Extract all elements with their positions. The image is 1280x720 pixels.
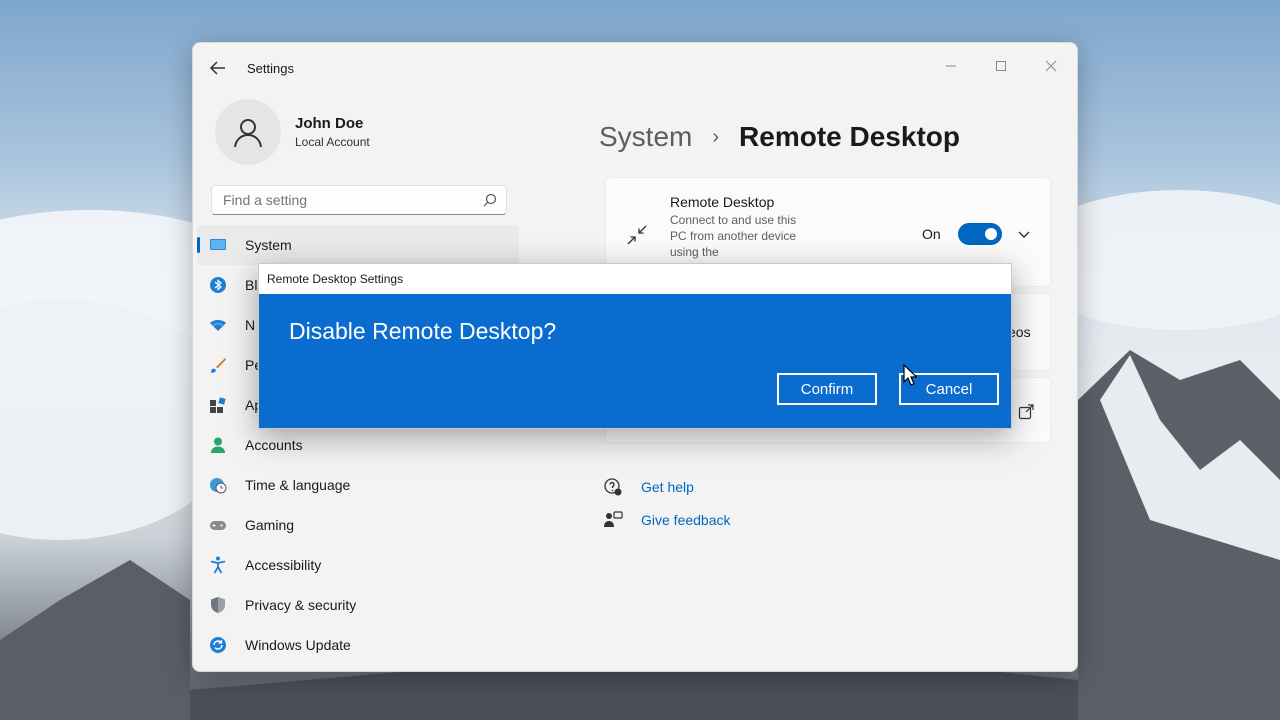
search-icon[interactable] (483, 193, 497, 207)
minimize-button[interactable] (931, 51, 971, 81)
app-title: Settings (247, 61, 294, 76)
remote-desktop-icon (627, 225, 647, 245)
monitor-icon (210, 239, 226, 250)
account-type: Local Account (295, 135, 370, 149)
sidebar-item-accessibility[interactable]: Accessibility (193, 545, 523, 585)
sidebar-item-label: Privacy & security (245, 597, 357, 613)
sidebar-item-label: Bl (245, 277, 258, 293)
sidebar-item-label: Gaming (245, 517, 295, 533)
remote-desktop-toggle[interactable] (958, 223, 1002, 245)
toggle-knob (985, 228, 997, 240)
person-icon (211, 437, 225, 453)
sidebar-item-label: Windows Update (245, 637, 351, 653)
confirm-button[interactable]: Confirm (777, 373, 877, 405)
get-help-label: Get help (641, 479, 694, 495)
sidebar-item-label: Time & language (245, 477, 351, 493)
help-chat-icon (604, 478, 622, 496)
sidebar-item-time-language[interactable]: Time & language (193, 465, 523, 505)
breadcrumb-separator: › (712, 125, 720, 148)
sidebar-item-windows-update[interactable]: Windows Update (193, 625, 523, 665)
sidebar-item-label: N (245, 317, 256, 333)
get-help-link[interactable]: Get help (603, 477, 694, 497)
chevron-down-icon[interactable] (1016, 226, 1032, 242)
minimize-icon (946, 65, 956, 67)
maximize-button[interactable] (981, 51, 1021, 81)
gamepad-icon (210, 521, 226, 530)
maximize-icon (996, 61, 1006, 71)
give-feedback-label: Give feedback (641, 512, 731, 528)
sidebar-item-accounts[interactable]: Accounts (193, 425, 523, 465)
sidebar-item-label: System (245, 237, 292, 253)
toggle-state-label: On (922, 226, 941, 242)
shield-icon (211, 597, 225, 613)
page-title: Remote Desktop (739, 121, 960, 152)
avatar[interactable] (215, 99, 281, 165)
back-button[interactable] (207, 57, 229, 79)
sidebar-item-gaming[interactable]: Gaming (193, 505, 523, 545)
external-link-icon (1018, 404, 1034, 420)
search-input[interactable] (211, 185, 507, 215)
person-icon (234, 119, 262, 148)
remote-desktop-description: Connect to and use this PC from another … (670, 213, 797, 259)
close-icon (1045, 60, 1057, 72)
brush-icon (210, 358, 226, 373)
breadcrumb: System › Remote Desktop (599, 121, 960, 153)
back-arrow-icon (209, 61, 225, 75)
breadcrumb-parent[interactable]: System (599, 121, 692, 153)
remote-desktop-title: Remote Desktop (670, 194, 775, 210)
sidebar-item-label: Accessibility (245, 557, 322, 573)
feedback-icon (604, 511, 623, 527)
mouse-cursor-icon (903, 364, 917, 386)
user-name: John Doe (295, 115, 364, 132)
accessibility-icon (210, 556, 226, 574)
give-feedback-link[interactable]: Give feedback (603, 510, 731, 530)
sidebar-item-system[interactable]: System (197, 225, 519, 265)
sidebar-item-privacy-security[interactable]: Privacy & security (193, 585, 523, 625)
title-bar: Settings (193, 43, 1077, 91)
apps-icon (210, 397, 226, 413)
sidebar-item-label: Accounts (245, 437, 303, 453)
wifi-icon (210, 320, 226, 331)
update-icon (210, 637, 226, 653)
close-button[interactable] (1031, 51, 1071, 81)
globe-clock-icon (210, 478, 227, 494)
dialog-message: Disable Remote Desktop? (289, 318, 557, 344)
dialog-title: Remote Desktop Settings (259, 264, 1011, 294)
dialog-body: Disable Remote Desktop? Confirm Cancel (259, 294, 1011, 428)
remote-desktop-settings-dialog: Remote Desktop Settings Disable Remote D… (258, 263, 1012, 429)
bluetooth-icon (210, 277, 226, 293)
